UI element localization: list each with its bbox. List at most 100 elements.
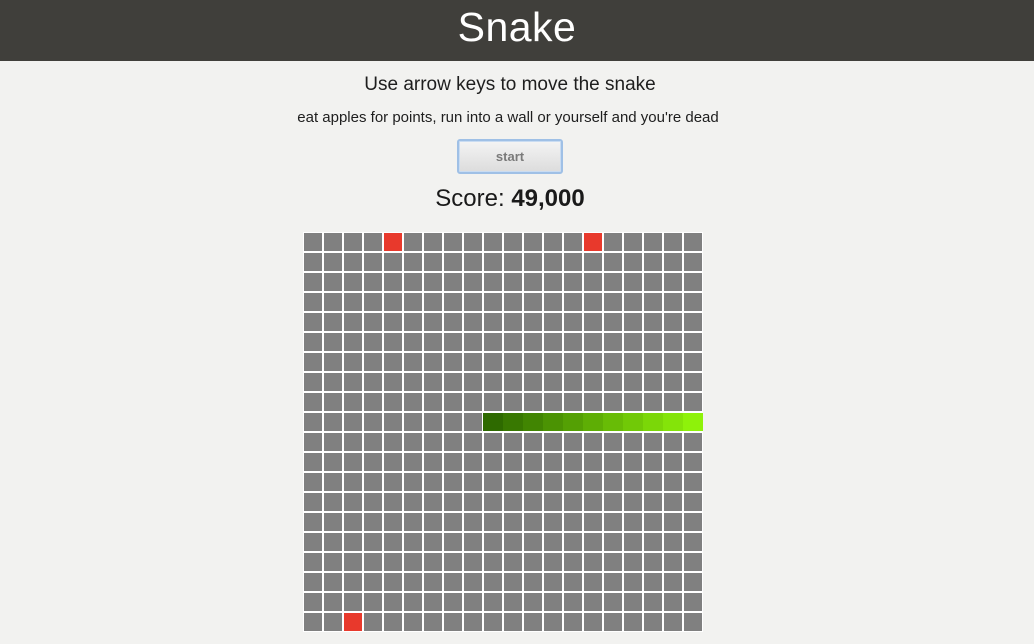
board-cell <box>324 253 342 271</box>
board-cell <box>544 313 562 331</box>
board-cell <box>504 453 522 471</box>
score-label: Score: <box>435 185 505 212</box>
board-cell <box>424 233 442 251</box>
board-cell <box>324 513 342 531</box>
board-cell <box>344 553 362 571</box>
board-cell <box>404 373 422 391</box>
board-cell <box>564 593 582 611</box>
board-cell <box>524 493 542 511</box>
board-cell <box>544 333 562 351</box>
board-cell <box>644 353 662 371</box>
board-cell <box>384 473 402 491</box>
board-cell <box>524 333 542 351</box>
board-cell <box>504 333 522 351</box>
board-cell <box>324 373 342 391</box>
board-cell <box>584 613 602 631</box>
board-cell <box>444 253 462 271</box>
board-cell <box>364 233 382 251</box>
board-cell <box>424 393 442 411</box>
board-cell <box>404 433 422 451</box>
board-cell <box>664 253 682 271</box>
board-cell <box>304 553 322 571</box>
board-cell <box>684 473 702 491</box>
board-cell <box>364 293 382 311</box>
board-cell <box>644 613 662 631</box>
board-cell <box>624 573 642 591</box>
board-cell <box>444 373 462 391</box>
board-cell <box>404 493 422 511</box>
board-cell <box>544 553 562 571</box>
board-cell <box>404 393 422 411</box>
board-cell <box>544 373 562 391</box>
board-cell <box>344 533 362 551</box>
board-cell <box>304 253 322 271</box>
board-cell <box>304 413 322 431</box>
score-value: 49,000 <box>511 185 585 212</box>
board-cell <box>584 273 602 291</box>
board-cell <box>664 433 682 451</box>
board-cell <box>464 453 482 471</box>
board-cell <box>484 513 502 531</box>
board-cell <box>684 313 702 331</box>
board-cell <box>404 453 422 471</box>
board-cell <box>524 273 542 291</box>
board-cell <box>544 593 562 611</box>
board-cell <box>624 533 642 551</box>
board-cell <box>364 613 382 631</box>
board-cell <box>304 453 322 471</box>
board-cell <box>584 573 602 591</box>
board-cell <box>624 393 642 411</box>
board-cell <box>364 593 382 611</box>
instructions-text: Use arrow keys to move the snake <box>364 74 656 95</box>
board-cell <box>684 453 702 471</box>
board-cell <box>564 493 582 511</box>
board-cell <box>624 233 642 251</box>
board-cell <box>464 433 482 451</box>
snake-segment <box>643 413 663 431</box>
board-cell <box>484 613 502 631</box>
board-cell <box>424 593 442 611</box>
board-cell <box>524 253 542 271</box>
board-cell <box>684 573 702 591</box>
board-cell <box>644 293 662 311</box>
board-cell <box>384 553 402 571</box>
board-cell <box>404 273 422 291</box>
board-cell <box>344 453 362 471</box>
board-cell <box>524 353 542 371</box>
board-cell <box>324 593 342 611</box>
board-cell <box>424 373 442 391</box>
board-cell <box>344 293 362 311</box>
board-cell <box>384 293 402 311</box>
board-cell <box>384 313 402 331</box>
board-cell <box>664 513 682 531</box>
board-cell <box>324 413 342 431</box>
board-cell <box>484 453 502 471</box>
board-cell <box>684 273 702 291</box>
board-cell <box>444 553 462 571</box>
board-cell <box>404 293 422 311</box>
game-board[interactable] <box>303 232 703 632</box>
board-cell <box>584 373 602 391</box>
board-cell <box>344 373 362 391</box>
board-cell <box>604 553 622 571</box>
board-cell <box>524 293 542 311</box>
board-cell <box>644 333 662 351</box>
board-cell <box>604 533 622 551</box>
board-cell <box>304 273 322 291</box>
board-cell <box>504 613 522 631</box>
board-cell <box>644 573 662 591</box>
board-cell <box>304 473 322 491</box>
board-cell <box>564 513 582 531</box>
board-cell <box>384 513 402 531</box>
board-cell <box>584 553 602 571</box>
board-cell <box>464 373 482 391</box>
board-cell <box>324 573 342 591</box>
board-cell <box>544 453 562 471</box>
board-cell <box>324 293 342 311</box>
start-button[interactable]: start <box>457 139 563 174</box>
board-cell <box>344 573 362 591</box>
board-cell <box>304 293 322 311</box>
board-cell <box>504 433 522 451</box>
board-cell <box>344 393 362 411</box>
board-cell <box>664 333 682 351</box>
